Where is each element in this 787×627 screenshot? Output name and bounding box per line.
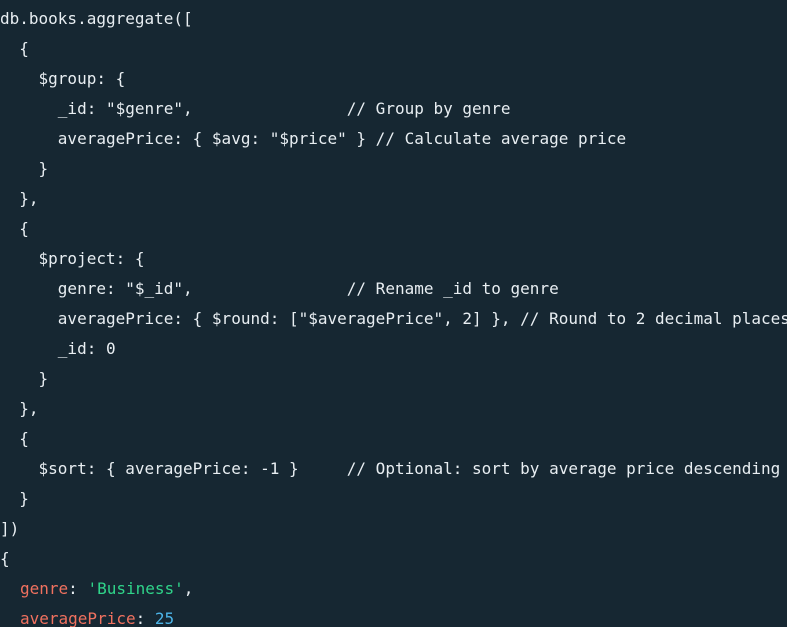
code-line: },: [0, 399, 39, 418]
result-colon: :: [68, 579, 88, 598]
code-output-panel: db.books.aggregate([ { $group: { _id: "$…: [0, 0, 787, 627]
result-genre-field: genre: 'Business',: [0, 574, 193, 604]
code-line: $sort: { averagePrice: -1 } // Optional:…: [0, 459, 781, 478]
code-line: {: [0, 219, 29, 238]
code-line: $project: {: [0, 249, 145, 268]
result-genre-key: genre: [20, 579, 69, 598]
code-line: genre: "$_id", // Rename _id to genre: [0, 279, 559, 298]
code-line: }: [0, 489, 29, 508]
result-comma: ,: [183, 579, 194, 598]
code-line: db.books.aggregate([: [0, 9, 193, 28]
code-line: averagePrice: { $avg: "$price" } // Calc…: [0, 129, 627, 148]
code-line: $group: {: [0, 69, 126, 88]
result-average-price-value: 25: [154, 609, 175, 627]
code-line: },: [0, 189, 39, 208]
code-line: {: [0, 39, 29, 58]
result-genre-value: 'Business': [87, 579, 184, 598]
code-line: }: [0, 369, 49, 388]
result-colon: :: [135, 609, 155, 627]
code-line: {: [0, 429, 29, 448]
code-line: ]): [0, 519, 20, 538]
code-line: _id: 0: [0, 339, 116, 358]
code-line: _id: "$genre", // Group by genre: [0, 99, 511, 118]
code-line: averagePrice: { $round: ["$averagePrice"…: [0, 309, 787, 328]
result-open-brace: {: [0, 549, 10, 568]
code-line: }: [0, 159, 49, 178]
result-average-price-field: averagePrice: 25: [0, 604, 174, 627]
result-average-price-key: averagePrice: [20, 609, 136, 627]
